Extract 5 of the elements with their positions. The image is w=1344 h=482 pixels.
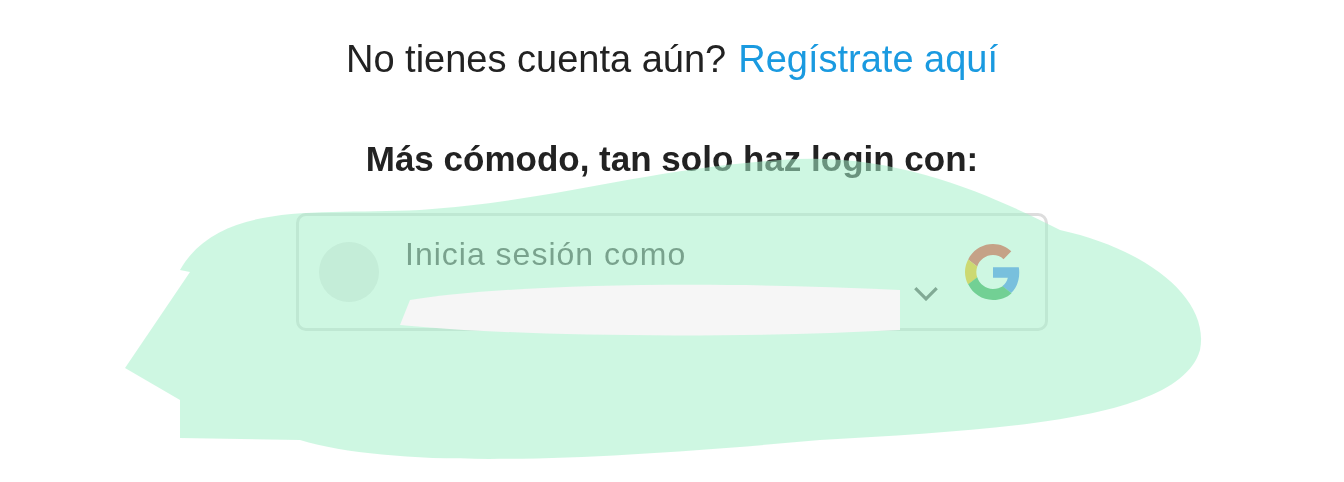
chevron-down-icon bbox=[913, 285, 939, 301]
login-heading: Más cómodo, tan solo haz login con: bbox=[365, 139, 979, 179]
signup-prompt-text: No tienes cuenta aún? bbox=[345, 38, 727, 81]
register-link[interactable]: Regístrate aquí bbox=[738, 38, 999, 81]
google-icon bbox=[965, 244, 1021, 300]
